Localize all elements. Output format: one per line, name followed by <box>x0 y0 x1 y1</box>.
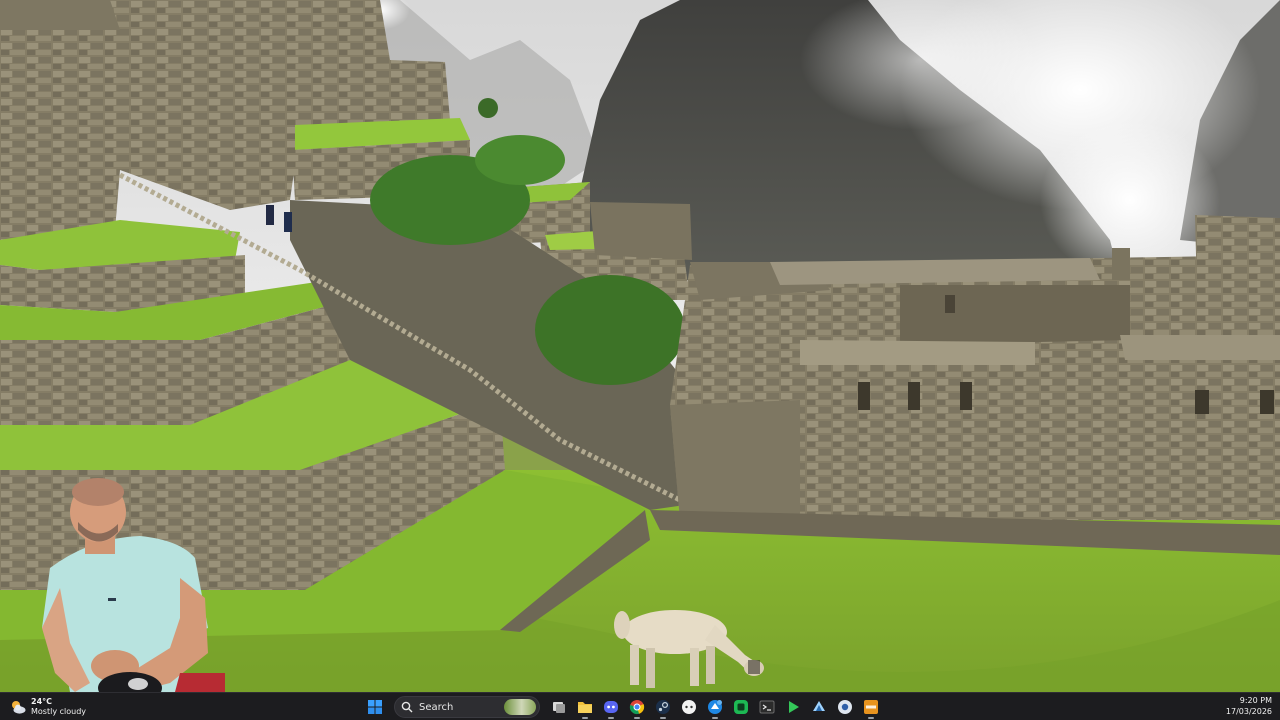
search-placeholder: Search <box>419 701 454 713</box>
windows-logo-icon <box>368 700 382 714</box>
discord-button[interactable] <box>600 696 622 719</box>
media-player-button[interactable] <box>782 696 804 718</box>
taskbar-apps: Search <box>364 695 882 719</box>
taskbar-search[interactable]: Search <box>394 696 540 718</box>
weather-temperature: 24°C <box>31 697 53 706</box>
green-app-button[interactable] <box>730 696 752 718</box>
circle-app-icon <box>682 700 696 714</box>
partly-cloudy-icon <box>10 699 26 715</box>
round-app-icon <box>838 700 852 714</box>
folder-icon <box>578 702 592 713</box>
task-view-button[interactable] <box>548 696 570 718</box>
chrome-button[interactable] <box>626 696 648 719</box>
steam-2-button[interactable] <box>808 696 830 718</box>
green-app-icon <box>734 700 748 714</box>
file-explorer-button[interactable] <box>574 696 596 719</box>
weather-widget[interactable]: 24°C Mostly cloudy <box>10 695 86 719</box>
play-icon <box>789 701 799 713</box>
system-clock[interactable]: 9:20 PM 17/03/2026 <box>1226 695 1272 717</box>
round-app-button[interactable] <box>834 696 856 718</box>
terminal-icon <box>759 700 775 714</box>
task-view-icon <box>553 702 565 713</box>
start-button[interactable] <box>364 696 386 718</box>
steam-icon <box>813 701 825 711</box>
clock-time: 9:20 PM <box>1239 696 1272 705</box>
discord-icon <box>604 701 618 713</box>
steam-icon <box>656 700 670 714</box>
terminal-button[interactable] <box>756 696 778 718</box>
weather-condition: Mostly cloudy <box>31 707 86 716</box>
clock-date: 17/03/2026 <box>1225 707 1272 716</box>
circle-app-button[interactable] <box>678 696 700 718</box>
search-highlight-image <box>504 699 536 715</box>
obs-button[interactable] <box>860 696 882 719</box>
blue-app-button[interactable] <box>704 696 726 719</box>
steam-button[interactable] <box>652 696 674 719</box>
search-icon <box>401 701 413 713</box>
taskbar: 24°C Mostly cloudy Search 9:20 PM 17/03/… <box>0 692 1280 720</box>
webcam-overlay <box>30 478 230 692</box>
blue-app-icon <box>708 700 722 714</box>
chrome-icon <box>629 700 645 715</box>
obs-orange-icon <box>864 700 878 714</box>
